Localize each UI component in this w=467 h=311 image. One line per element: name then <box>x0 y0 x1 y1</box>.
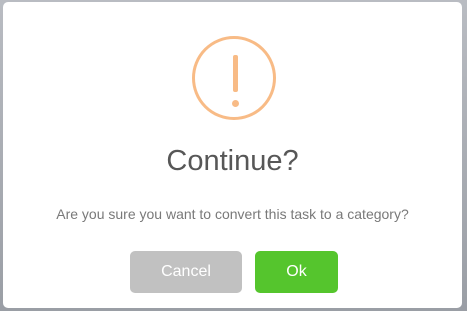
ok-button[interactable]: Ok <box>255 251 338 293</box>
cancel-button[interactable]: Cancel <box>130 251 242 293</box>
confirm-dialog: Continue? Are you sure you want to conve… <box>3 2 462 308</box>
warning-icon-bar <box>233 55 238 92</box>
dialog-message: Are you sure you want to convert this ta… <box>56 206 409 222</box>
warning-icon-dot <box>232 100 239 107</box>
dialog-title: Continue? <box>166 145 299 177</box>
warning-icon <box>192 36 276 120</box>
